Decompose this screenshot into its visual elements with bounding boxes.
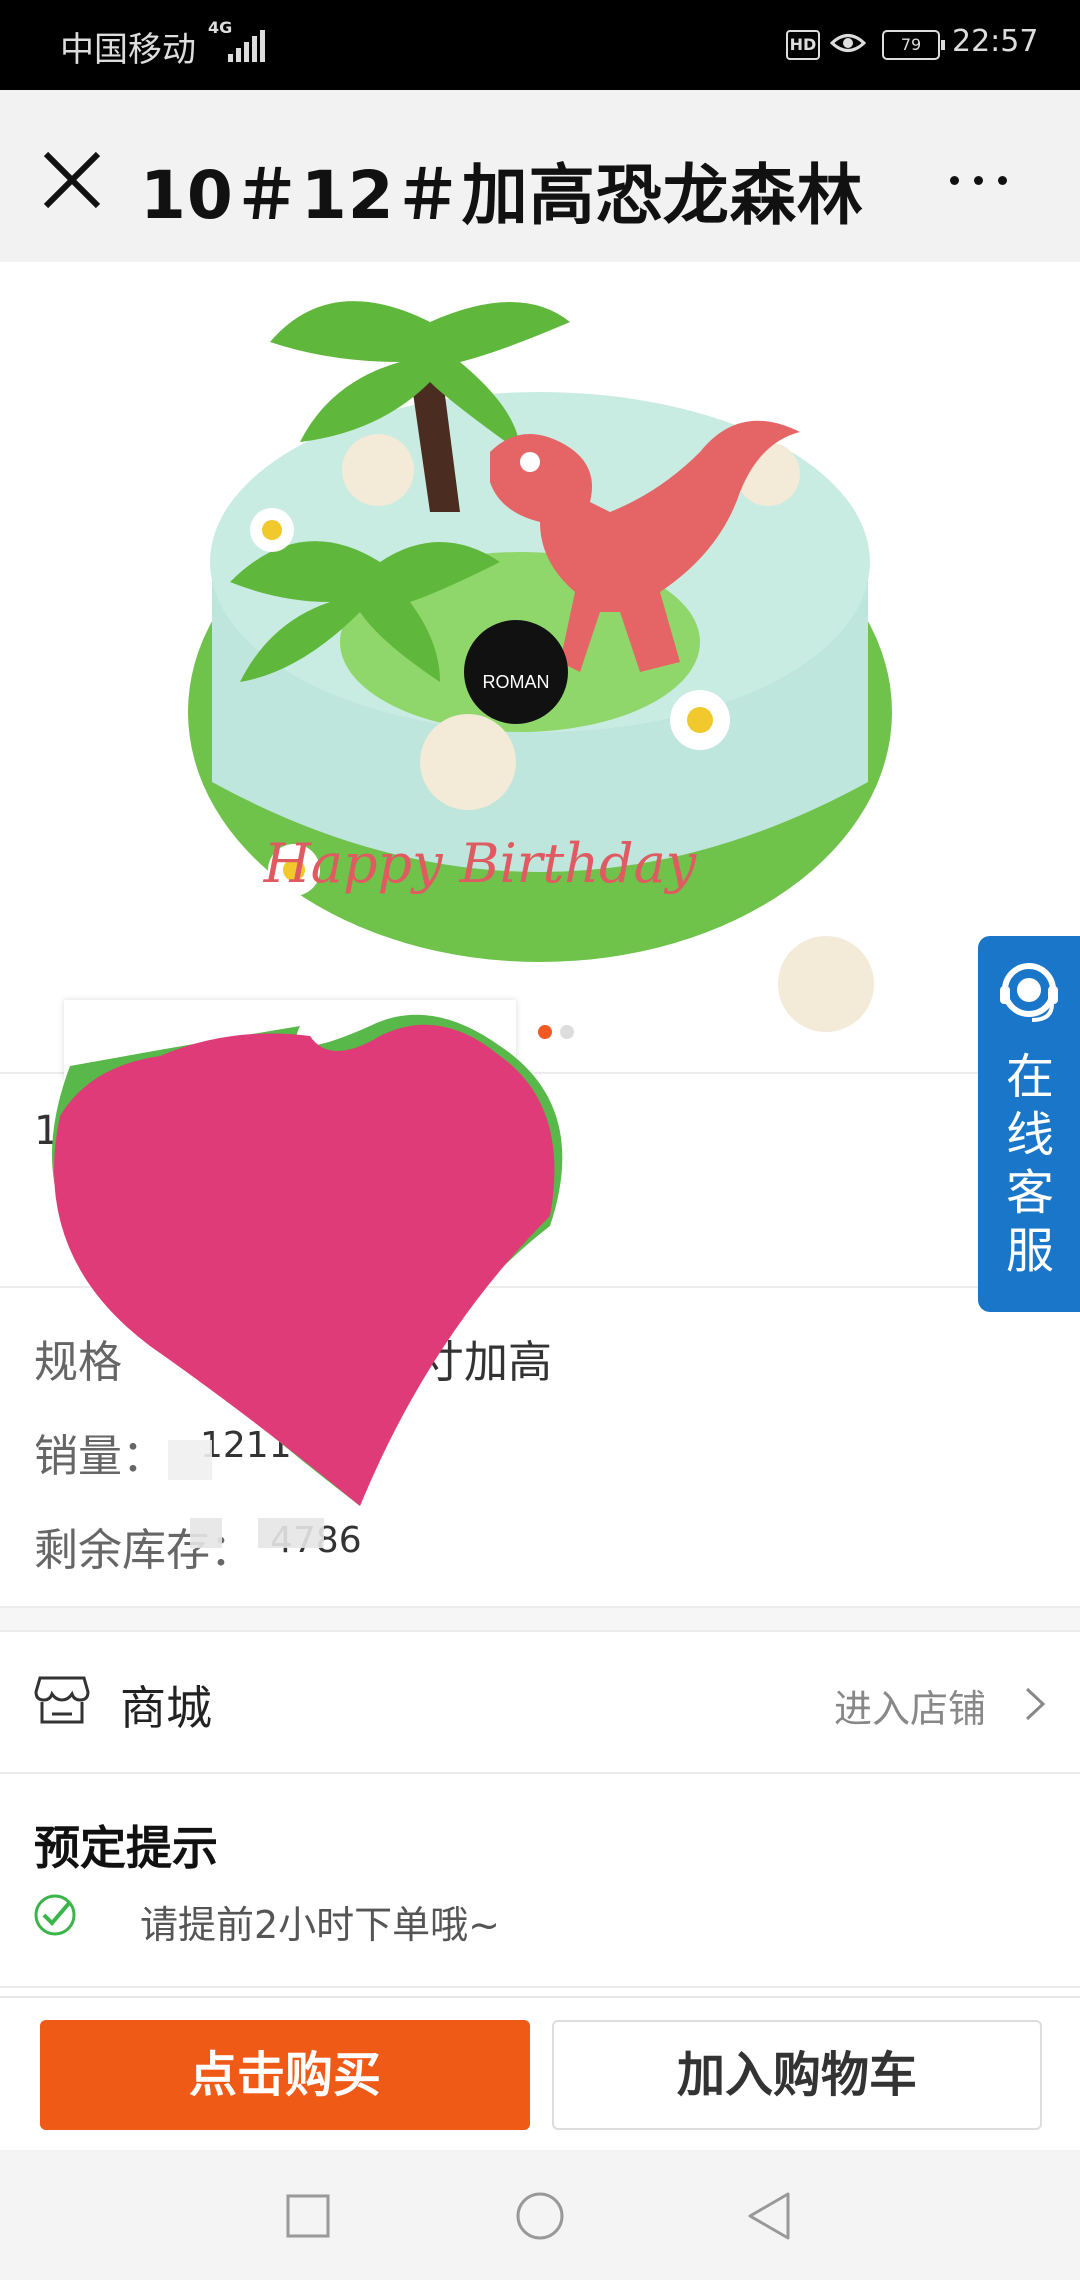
battery-icon: 79 <box>882 30 945 60</box>
cake-text: Happy Birthday <box>263 832 698 895</box>
booking-tip-text: 请提前2小时下单哦~ <box>140 1903 501 1947</box>
product-image[interactable]: ROMAN Happy Birthday <box>0 262 1080 1072</box>
buy-now-button[interactable]: 点击购买 <box>40 2020 530 2130</box>
chevron-right-icon <box>1025 1687 1046 1721</box>
headset-icon <box>1000 963 1058 1022</box>
back-icon[interactable] <box>744 2190 796 2242</box>
shop-icon <box>34 1676 90 1724</box>
title-bar: 10＃12＃加高恐龙森林 <box>0 90 1080 262</box>
smudge <box>190 1518 222 1548</box>
carrier-name: 中国移动 <box>60 30 196 70</box>
more-icon[interactable] <box>940 160 1020 200</box>
redaction-scribble <box>52 1014 563 1506</box>
shop-label: 商城 <box>120 1681 212 1735</box>
smudge <box>258 1518 324 1548</box>
add-to-cart-button[interactable]: 加入购物车 <box>552 2020 1042 2130</box>
enter-shop-link[interactable]: 进入店铺 <box>834 1678 986 1733</box>
page-title: 10＃12＃加高恐龙森林 <box>140 157 864 234</box>
section-gap <box>0 1606 1080 1632</box>
customer-service-tab[interactable]: 在线客服 <box>978 936 1080 1312</box>
home-icon[interactable] <box>514 2190 566 2242</box>
booking-tips-title: 预定提示 <box>34 1821 218 1875</box>
cake-illustration: ROMAN Happy Birthday <box>188 301 892 1032</box>
brand-badge: ROMAN <box>483 672 550 692</box>
hd-icon: HD <box>786 30 820 60</box>
eye-icon <box>830 34 866 52</box>
status-bar: 中国移动 4G HD 79 22:57 <box>0 0 1080 90</box>
customer-service-label: 在线客服 <box>1005 1049 1054 1279</box>
recents-icon[interactable] <box>282 2190 334 2242</box>
check-circle-icon <box>34 1894 76 1936</box>
shop-row[interactable]: 商城 进入店铺 <box>0 1630 1080 1770</box>
clock: 22:57 <box>952 24 1039 59</box>
action-bar: 点击购买 加入购物车 <box>0 1996 1080 2152</box>
system-nav-bar <box>0 2150 1080 2280</box>
signal-icon <box>228 30 265 62</box>
close-icon[interactable] <box>38 146 106 214</box>
divider <box>0 1986 1080 1988</box>
divider <box>0 1772 1080 1774</box>
